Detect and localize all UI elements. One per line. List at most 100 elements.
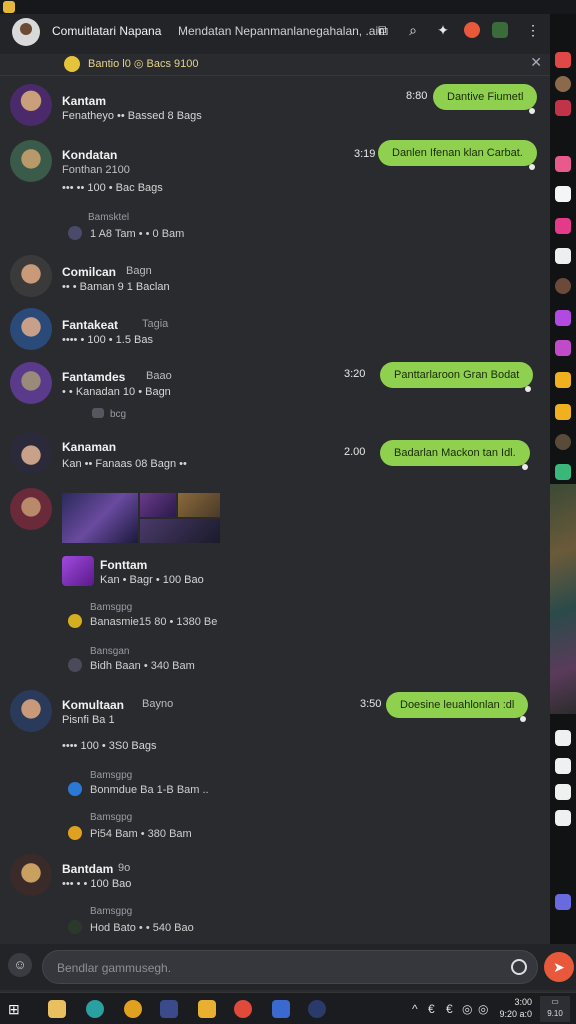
- avatar[interactable]: [10, 255, 52, 297]
- notification-icon[interactable]: [464, 22, 480, 38]
- thumbnail[interactable]: [62, 556, 94, 586]
- gallery-image[interactable]: [178, 493, 220, 517]
- rail-avatar-icon[interactable]: [555, 278, 571, 294]
- taskbar-app-icon[interactable]: [198, 1000, 216, 1018]
- rail-app-icon[interactable]: [555, 404, 571, 420]
- pin-icon[interactable]: ✦: [434, 21, 452, 39]
- profile-icon[interactable]: [492, 22, 508, 38]
- gallery-image[interactable]: [140, 493, 176, 517]
- rail-app-icon[interactable]: [555, 100, 571, 116]
- taskbar-app-icon[interactable]: [234, 1000, 252, 1018]
- tray-app-icon[interactable]: ◎: [478, 1002, 488, 1016]
- message-text: •• • Baman 9 1 Baclan: [62, 281, 170, 293]
- notification-center[interactable]: ▭ 9.10: [540, 996, 570, 1022]
- tray-chevron-icon[interactable]: ^: [412, 1002, 418, 1016]
- window-titlebar: [0, 0, 576, 14]
- avatar[interactable]: [10, 84, 52, 126]
- avatar[interactable]: [10, 432, 52, 474]
- message-meta: Pisnfi Ba 1: [62, 714, 115, 726]
- message-bubble[interactable]: Panttarlaroon Gran Bodat: [380, 362, 534, 392]
- clock[interactable]: 3:00 9:20 a:0: [499, 996, 532, 1020]
- rail-avatar-icon[interactable]: [555, 434, 571, 450]
- chat-app: Comuitlatari Napana Mendatan Nepanmanlan…: [0, 0, 576, 1024]
- taskbar-app-icon[interactable]: [160, 1000, 178, 1018]
- rail-app-icon[interactable]: [555, 310, 571, 326]
- image-gallery[interactable]: [62, 493, 222, 543]
- tray-app-icon[interactable]: €: [446, 1002, 453, 1016]
- pinned-text: Bantio l0 ◎ Bacs 9100: [88, 58, 199, 70]
- more-icon[interactable]: ⋮: [524, 21, 542, 39]
- rail-app-icon[interactable]: [555, 186, 571, 202]
- avatar[interactable]: [10, 140, 52, 182]
- rail-avatar-icon[interactable]: [555, 76, 571, 92]
- app-icon: [3, 1, 15, 13]
- sender-name[interactable]: Fantamdes: [62, 370, 125, 384]
- tray-app-icon[interactable]: €: [428, 1002, 435, 1016]
- message-bubble[interactable]: Dantive Fiumetl: [433, 84, 538, 114]
- gallery-image[interactable]: [140, 519, 220, 543]
- clock-date: 9:20 a:0: [499, 1009, 532, 1019]
- rail-app-icon[interactable]: [555, 372, 571, 388]
- taskbar-app-icon[interactable]: [308, 1000, 326, 1018]
- rail-app-icon[interactable]: [555, 730, 571, 746]
- search-icon[interactable]: ⌕: [404, 21, 422, 39]
- message-bubble[interactable]: Doesine leuahlonlan :dl: [386, 692, 529, 722]
- message-text: ••• •• 100 • Bac Bags: [62, 182, 163, 194]
- message-composer: ☺ Bendlar gammusegh. ➤: [0, 944, 576, 990]
- avatar[interactable]: [10, 690, 52, 732]
- reply-label: Bamsgpg: [90, 906, 133, 917]
- rail-app-icon[interactable]: [555, 784, 571, 800]
- avatar[interactable]: [10, 308, 52, 350]
- sender-name[interactable]: Komultaan: [62, 698, 124, 712]
- sender-name[interactable]: Kantam: [62, 94, 106, 108]
- emoji-icon[interactable]: ☺: [8, 953, 32, 977]
- rail-app-icon[interactable]: [555, 340, 571, 356]
- message-input[interactable]: Bendlar gammusegh.: [42, 950, 538, 984]
- video-icon[interactable]: ⧉: [374, 21, 392, 39]
- sender-name[interactable]: Comilcan: [62, 265, 116, 279]
- os-taskbar: ⊞ ^ € € ◎ ◎ 3:00 9:20 a:0 ▭ 9.10: [0, 992, 576, 1024]
- gallery-image[interactable]: [62, 493, 138, 543]
- rail-artwork: [550, 484, 576, 714]
- group-avatar[interactable]: [12, 18, 40, 46]
- message-bubble[interactable]: Danlen Ifenan klan Carbat.: [378, 140, 537, 170]
- reply-text: 1 A8 Tam • • 0 Bam: [90, 228, 185, 240]
- sender-status: Tagia: [142, 318, 169, 330]
- message-text: • • Kanadan 10 • Bagn: [62, 386, 171, 398]
- rail-app-icon[interactable]: [555, 758, 571, 774]
- send-button[interactable]: ➤: [544, 952, 574, 982]
- message-text: Fenatheyo •• Bassed 8 Bags: [62, 110, 202, 122]
- sender-name[interactable]: Kanaman: [62, 440, 116, 454]
- close-icon[interactable]: ✕: [530, 54, 542, 71]
- rail-app-icon[interactable]: [555, 894, 571, 910]
- rail-app-icon[interactable]: [555, 218, 571, 234]
- pinned-bar[interactable]: Bantio l0 ◎ Bacs 9100 ✕: [0, 54, 550, 76]
- message-text: •••• 100 • 3S0 Bags: [62, 740, 157, 752]
- taskbar-app-icon[interactable]: [124, 1000, 142, 1018]
- sender-name[interactable]: Kondatan: [62, 148, 117, 162]
- reply-text: Bidh Baan • 340 Bam: [90, 660, 195, 672]
- message-time: 2.00: [344, 446, 366, 458]
- message-text: Kan •• Fanaas 08 Bagn ••: [62, 458, 187, 470]
- rail-app-icon[interactable]: [555, 464, 571, 480]
- sender-name[interactable]: Bantdam: [62, 862, 113, 876]
- start-icon[interactable]: ⊞: [8, 1000, 26, 1018]
- avatar[interactable]: [10, 362, 52, 404]
- taskbar-app-icon[interactable]: [48, 1000, 66, 1018]
- message-bubble[interactable]: Badarlan Mackon tan Idl.: [380, 440, 530, 470]
- chat-title[interactable]: Comuitlatari Napana: [52, 24, 161, 38]
- rail-app-icon[interactable]: [555, 810, 571, 826]
- attachment-label: bcg: [110, 409, 127, 420]
- rail-app-icon[interactable]: [555, 52, 571, 68]
- tray-app-icon[interactable]: ◎: [462, 1002, 472, 1016]
- taskbar-app-icon[interactable]: [86, 1000, 104, 1018]
- sender-name[interactable]: Fonttam: [100, 558, 147, 572]
- attach-icon[interactable]: [511, 959, 527, 975]
- sender-name[interactable]: Fantakeat: [62, 318, 118, 332]
- taskbar-app-icon[interactable]: [272, 1000, 290, 1018]
- reply-text: Banasmie15 80 • 1380 Be: [90, 616, 218, 628]
- avatar[interactable]: [10, 488, 52, 530]
- rail-app-icon[interactable]: [555, 248, 571, 264]
- avatar[interactable]: [10, 854, 52, 896]
- rail-app-icon[interactable]: [555, 156, 571, 172]
